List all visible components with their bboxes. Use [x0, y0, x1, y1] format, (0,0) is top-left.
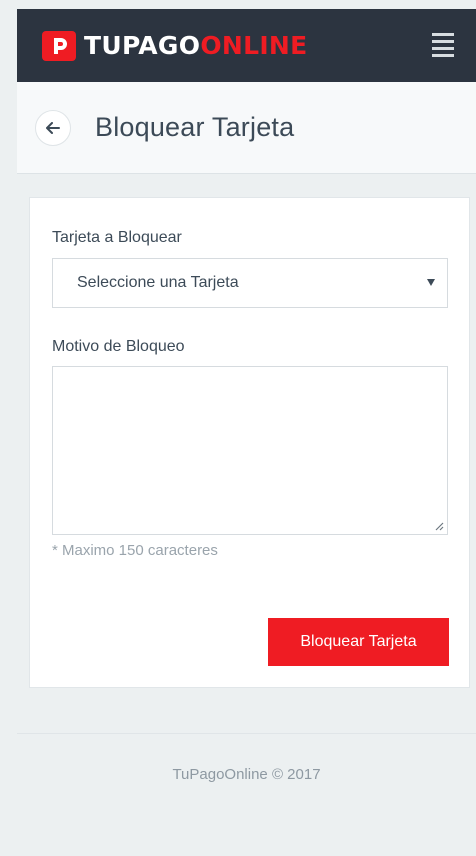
footer-copyright: TuPagoOnline © 2017 — [172, 766, 321, 783]
block-card-button[interactable]: Bloquear Tarjeta — [268, 618, 449, 666]
brand-logo[interactable]: TUPAGOONLINE — [42, 30, 308, 61]
back-button[interactable] — [35, 109, 71, 146]
block-card-form: Tarjeta a Bloquear Seleccione una Tarjet… — [29, 197, 470, 688]
top-navbar: TUPAGOONLINE — [17, 9, 476, 82]
caret-down-icon — [427, 279, 435, 286]
arrow-left-icon — [46, 121, 60, 134]
character-limit-hint: * Maximo 150 caracteres — [52, 542, 218, 559]
page-title: Bloquear Tarjeta — [95, 112, 295, 142]
page-header: Bloquear Tarjeta — [17, 82, 476, 174]
card-select-label: Tarjeta a Bloquear — [52, 229, 182, 246]
hamburger-menu-icon[interactable] — [432, 33, 454, 57]
card-select-value: Seleccione una Tarjeta — [77, 274, 239, 291]
reason-label: Motivo de Bloqueo — [52, 338, 185, 355]
brand-name-part1: TUPAGO — [84, 31, 201, 60]
footer: TuPagoOnline © 2017 — [17, 734, 476, 856]
reason-textarea[interactable] — [52, 366, 448, 535]
resize-grip-icon[interactable] — [435, 522, 444, 531]
brand-name-part2: ONLINE — [200, 31, 308, 60]
card-select[interactable]: Seleccione una Tarjeta — [52, 258, 448, 308]
brand-name: TUPAGOONLINE — [84, 33, 308, 58]
p-logo-icon — [42, 30, 76, 61]
